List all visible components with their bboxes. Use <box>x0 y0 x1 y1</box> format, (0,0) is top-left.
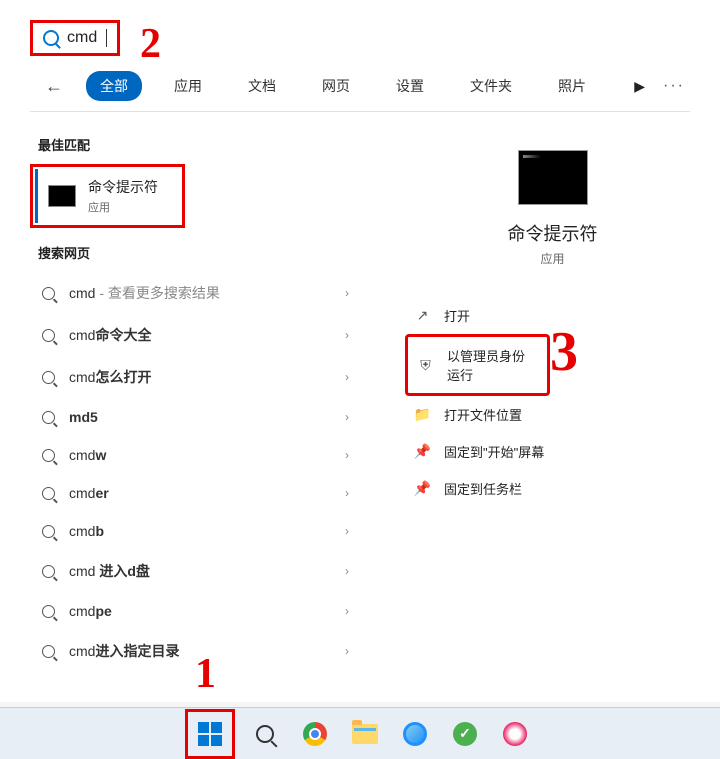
pin-icon: 📌 <box>415 481 430 496</box>
tab-photos[interactable]: 照片 <box>544 71 600 101</box>
chevron-right-icon: › <box>345 524 349 538</box>
start-button-highlight <box>185 709 235 759</box>
search-icon <box>256 725 274 743</box>
chevron-right-icon: › <box>345 564 349 578</box>
action-open-location[interactable]: 📁 打开文件位置 <box>405 396 700 433</box>
chevron-right-icon: › <box>345 644 349 658</box>
annotation-2: 2 <box>140 20 161 68</box>
folder-icon: 📁 <box>415 407 430 422</box>
result-text: cmd 进入d盘 <box>69 561 150 581</box>
section-best-match: 最佳匹配 <box>30 135 375 154</box>
best-match-title: 命令提示符 <box>88 177 158 197</box>
search-icon <box>42 411 55 424</box>
search-result-row[interactable]: cmd怎么打开 › <box>30 356 375 398</box>
open-icon: ↗ <box>415 308 430 323</box>
preview-title: 命令提示符 <box>405 220 700 246</box>
chevron-right-icon: › <box>345 486 349 500</box>
search-icon <box>42 565 55 578</box>
action-label: 固定到任务栏 <box>444 479 522 498</box>
taskbar-chrome[interactable] <box>295 714 335 754</box>
result-text: cmdpe <box>69 603 112 619</box>
search-icon <box>42 287 55 300</box>
chevron-right-icon: › <box>345 370 349 384</box>
action-label: 打开文件位置 <box>444 405 522 424</box>
preview-app-icon <box>518 150 588 205</box>
search-icon <box>42 371 55 384</box>
search-icon <box>42 605 55 618</box>
search-result-row[interactable]: cmd - 查看更多搜索结果 › <box>30 272 375 314</box>
search-result-row[interactable]: cmd命令大全 › <box>30 314 375 356</box>
cortana-icon <box>503 722 527 746</box>
action-pin-start[interactable]: 📌 固定到"开始"屏幕 <box>405 433 700 470</box>
tab-apps[interactable]: 应用 <box>160 71 216 101</box>
search-icon <box>42 329 55 342</box>
search-icon <box>42 525 55 538</box>
search-icon <box>42 449 55 462</box>
folder-icon <box>352 724 378 744</box>
best-match-sub: 应用 <box>88 199 158 215</box>
search-input[interactable]: cmd <box>67 29 107 47</box>
action-open[interactable]: ↗ 打开 <box>405 297 700 334</box>
search-result-row[interactable]: md5 › <box>30 398 375 436</box>
pin-icon: 📌 <box>415 444 430 459</box>
tab-docs[interactable]: 文档 <box>234 71 290 101</box>
tab-web[interactable]: 网页 <box>308 71 364 101</box>
taskbar-security[interactable]: ✓ <box>445 714 485 754</box>
action-pin-taskbar[interactable]: 📌 固定到任务栏 <box>405 470 700 507</box>
result-text: cmd怎么打开 <box>69 367 151 387</box>
search-icon <box>42 645 55 658</box>
taskbar-cortana[interactable] <box>495 714 535 754</box>
taskbar: ✓ <box>0 707 720 759</box>
search-result-row[interactable]: cmdb › <box>30 512 375 550</box>
taskbar-ie[interactable] <box>395 714 435 754</box>
chevron-right-icon: › <box>345 328 349 342</box>
more-icon[interactable]: ··· <box>663 77 685 95</box>
search-result-row[interactable]: cmd 进入d盘 › <box>30 550 375 592</box>
action-label: 以管理员身份运行 <box>447 346 537 384</box>
result-text: cmder <box>69 485 109 501</box>
search-bar[interactable]: cmd <box>30 20 120 56</box>
best-match-item[interactable]: 命令提示符 应用 <box>30 164 185 228</box>
chevron-right-icon: › <box>345 448 349 462</box>
result-text: cmd进入指定目录 <box>69 641 179 661</box>
play-icon[interactable]: ▶ <box>634 78 645 95</box>
result-text: cmdw <box>69 447 106 463</box>
ie-icon <box>403 722 427 746</box>
cmd-icon <box>48 185 76 207</box>
back-arrow-icon[interactable]: ← <box>45 76 63 97</box>
search-result-row[interactable]: cmd进入指定目录 › <box>30 630 375 672</box>
chevron-right-icon: › <box>345 410 349 424</box>
chevron-right-icon: › <box>345 604 349 618</box>
search-icon <box>42 487 55 500</box>
shield-icon: ⛨ <box>418 358 433 373</box>
search-result-row[interactable]: cmdpe › <box>30 592 375 630</box>
taskbar-explorer[interactable] <box>345 714 385 754</box>
taskbar-search[interactable] <box>245 714 285 754</box>
action-run-as-admin[interactable]: ⛨ 以管理员身份运行 <box>405 334 550 396</box>
preview-sub: 应用 <box>405 250 700 267</box>
chrome-icon <box>303 722 327 746</box>
tab-settings[interactable]: 设置 <box>382 71 438 101</box>
search-result-row[interactable]: cmdw › <box>30 436 375 474</box>
result-text: md5 <box>69 409 98 425</box>
result-text: cmdb <box>69 523 104 539</box>
result-text: cmd - 查看更多搜索结果 <box>69 283 220 303</box>
security-icon: ✓ <box>453 722 477 746</box>
search-result-row[interactable]: cmder › <box>30 474 375 512</box>
section-web-search: 搜索网页 <box>30 243 375 262</box>
chevron-right-icon: › <box>345 286 349 300</box>
search-icon <box>43 30 59 46</box>
action-label: 打开 <box>444 306 470 325</box>
start-button[interactable] <box>190 714 230 754</box>
result-text: cmd命令大全 <box>69 325 151 345</box>
divider <box>30 111 690 112</box>
windows-logo-icon <box>198 722 222 746</box>
action-label: 固定到"开始"屏幕 <box>444 442 544 461</box>
filter-tabs: ← 全部 应用 文档 网页 设置 文件夹 照片 ▶ ··· <box>0 71 720 111</box>
tab-folders[interactable]: 文件夹 <box>456 71 526 101</box>
tab-all[interactable]: 全部 <box>86 71 142 101</box>
